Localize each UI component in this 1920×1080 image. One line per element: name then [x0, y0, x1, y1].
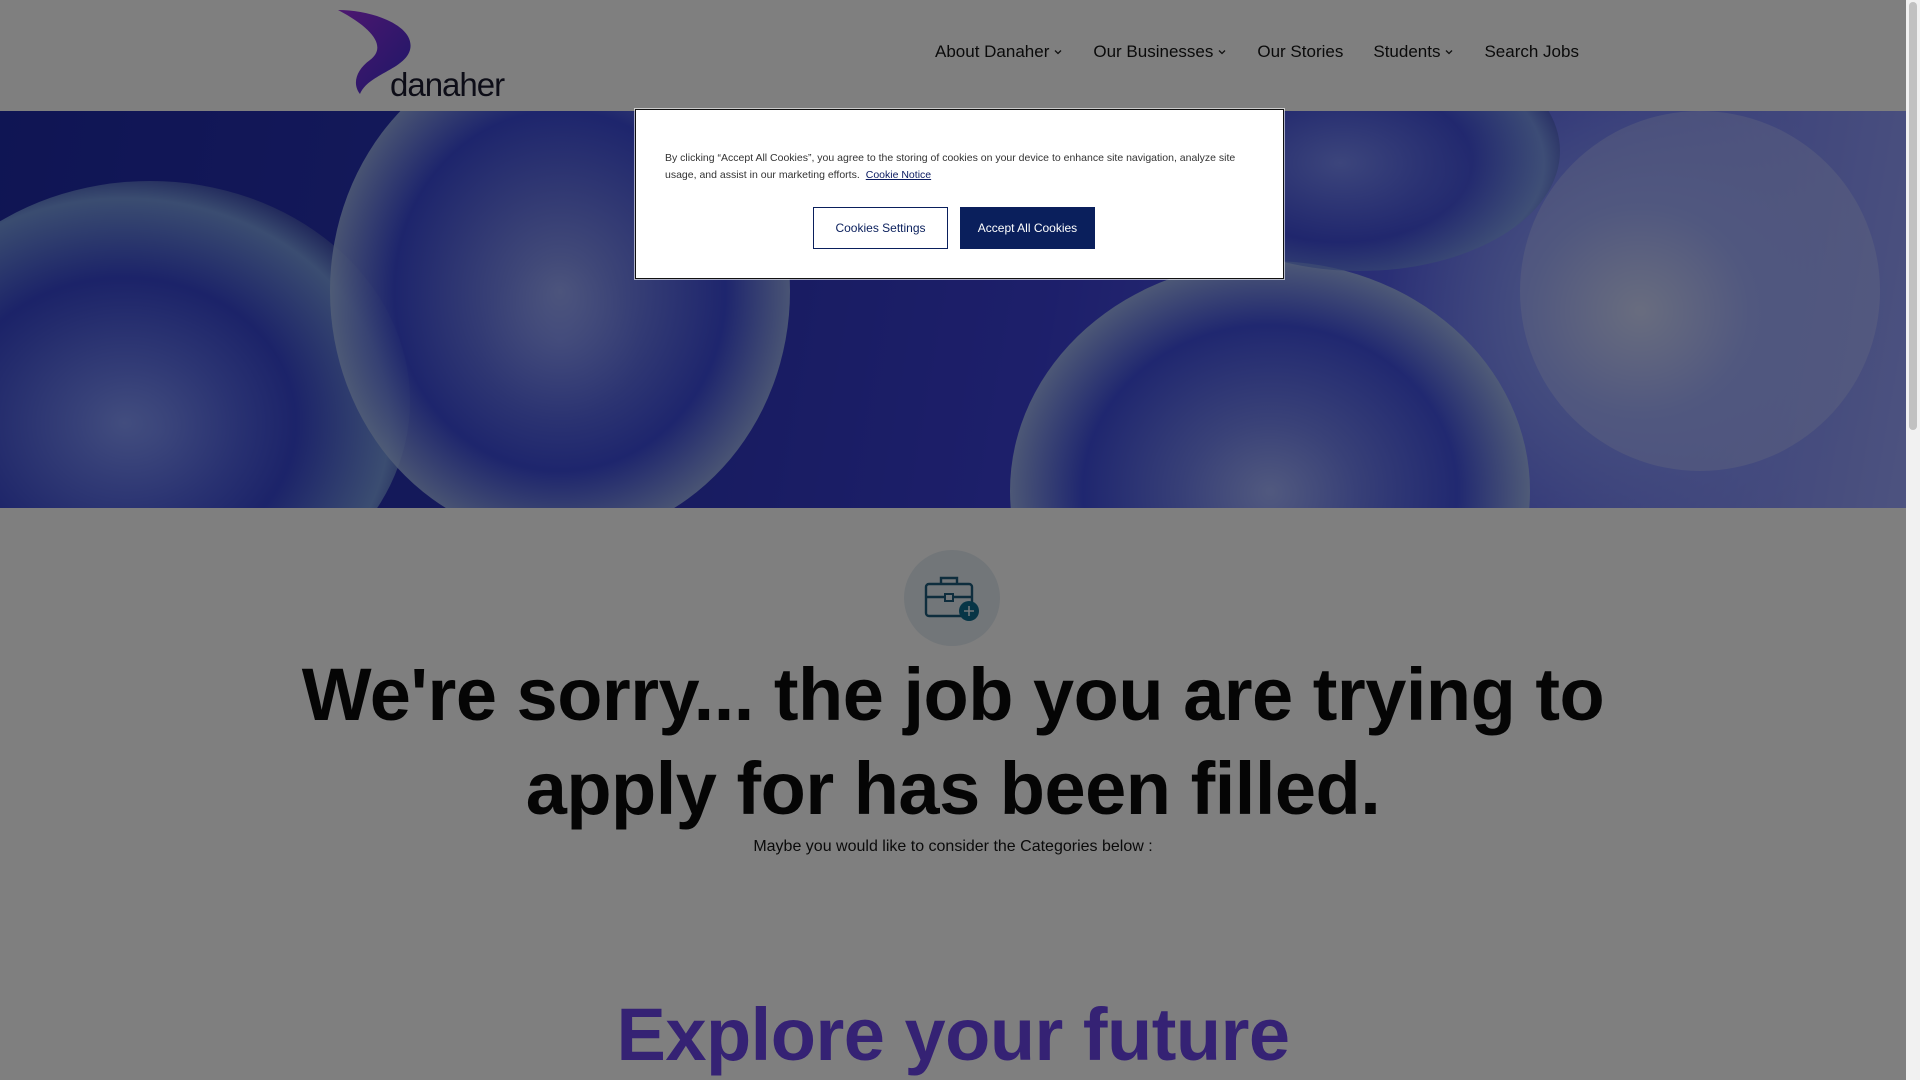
- cookie-consent-dialog: By clicking “Accept All Cookies”, you ag…: [635, 109, 1284, 279]
- cookie-consent-text: By clicking “Accept All Cookies”, you ag…: [665, 150, 1255, 184]
- scrollbar-thumb[interactable]: [1909, 2, 1917, 430]
- accept-all-cookies-button[interactable]: Accept All Cookies: [960, 207, 1095, 249]
- page-scrollbar[interactable]: [1906, 0, 1920, 1080]
- cookie-notice-link[interactable]: Cookie Notice: [866, 169, 931, 181]
- cookies-settings-button[interactable]: Cookies Settings: [813, 207, 948, 249]
- cookie-consent-message: By clicking “Accept All Cookies”, you ag…: [665, 152, 1236, 181]
